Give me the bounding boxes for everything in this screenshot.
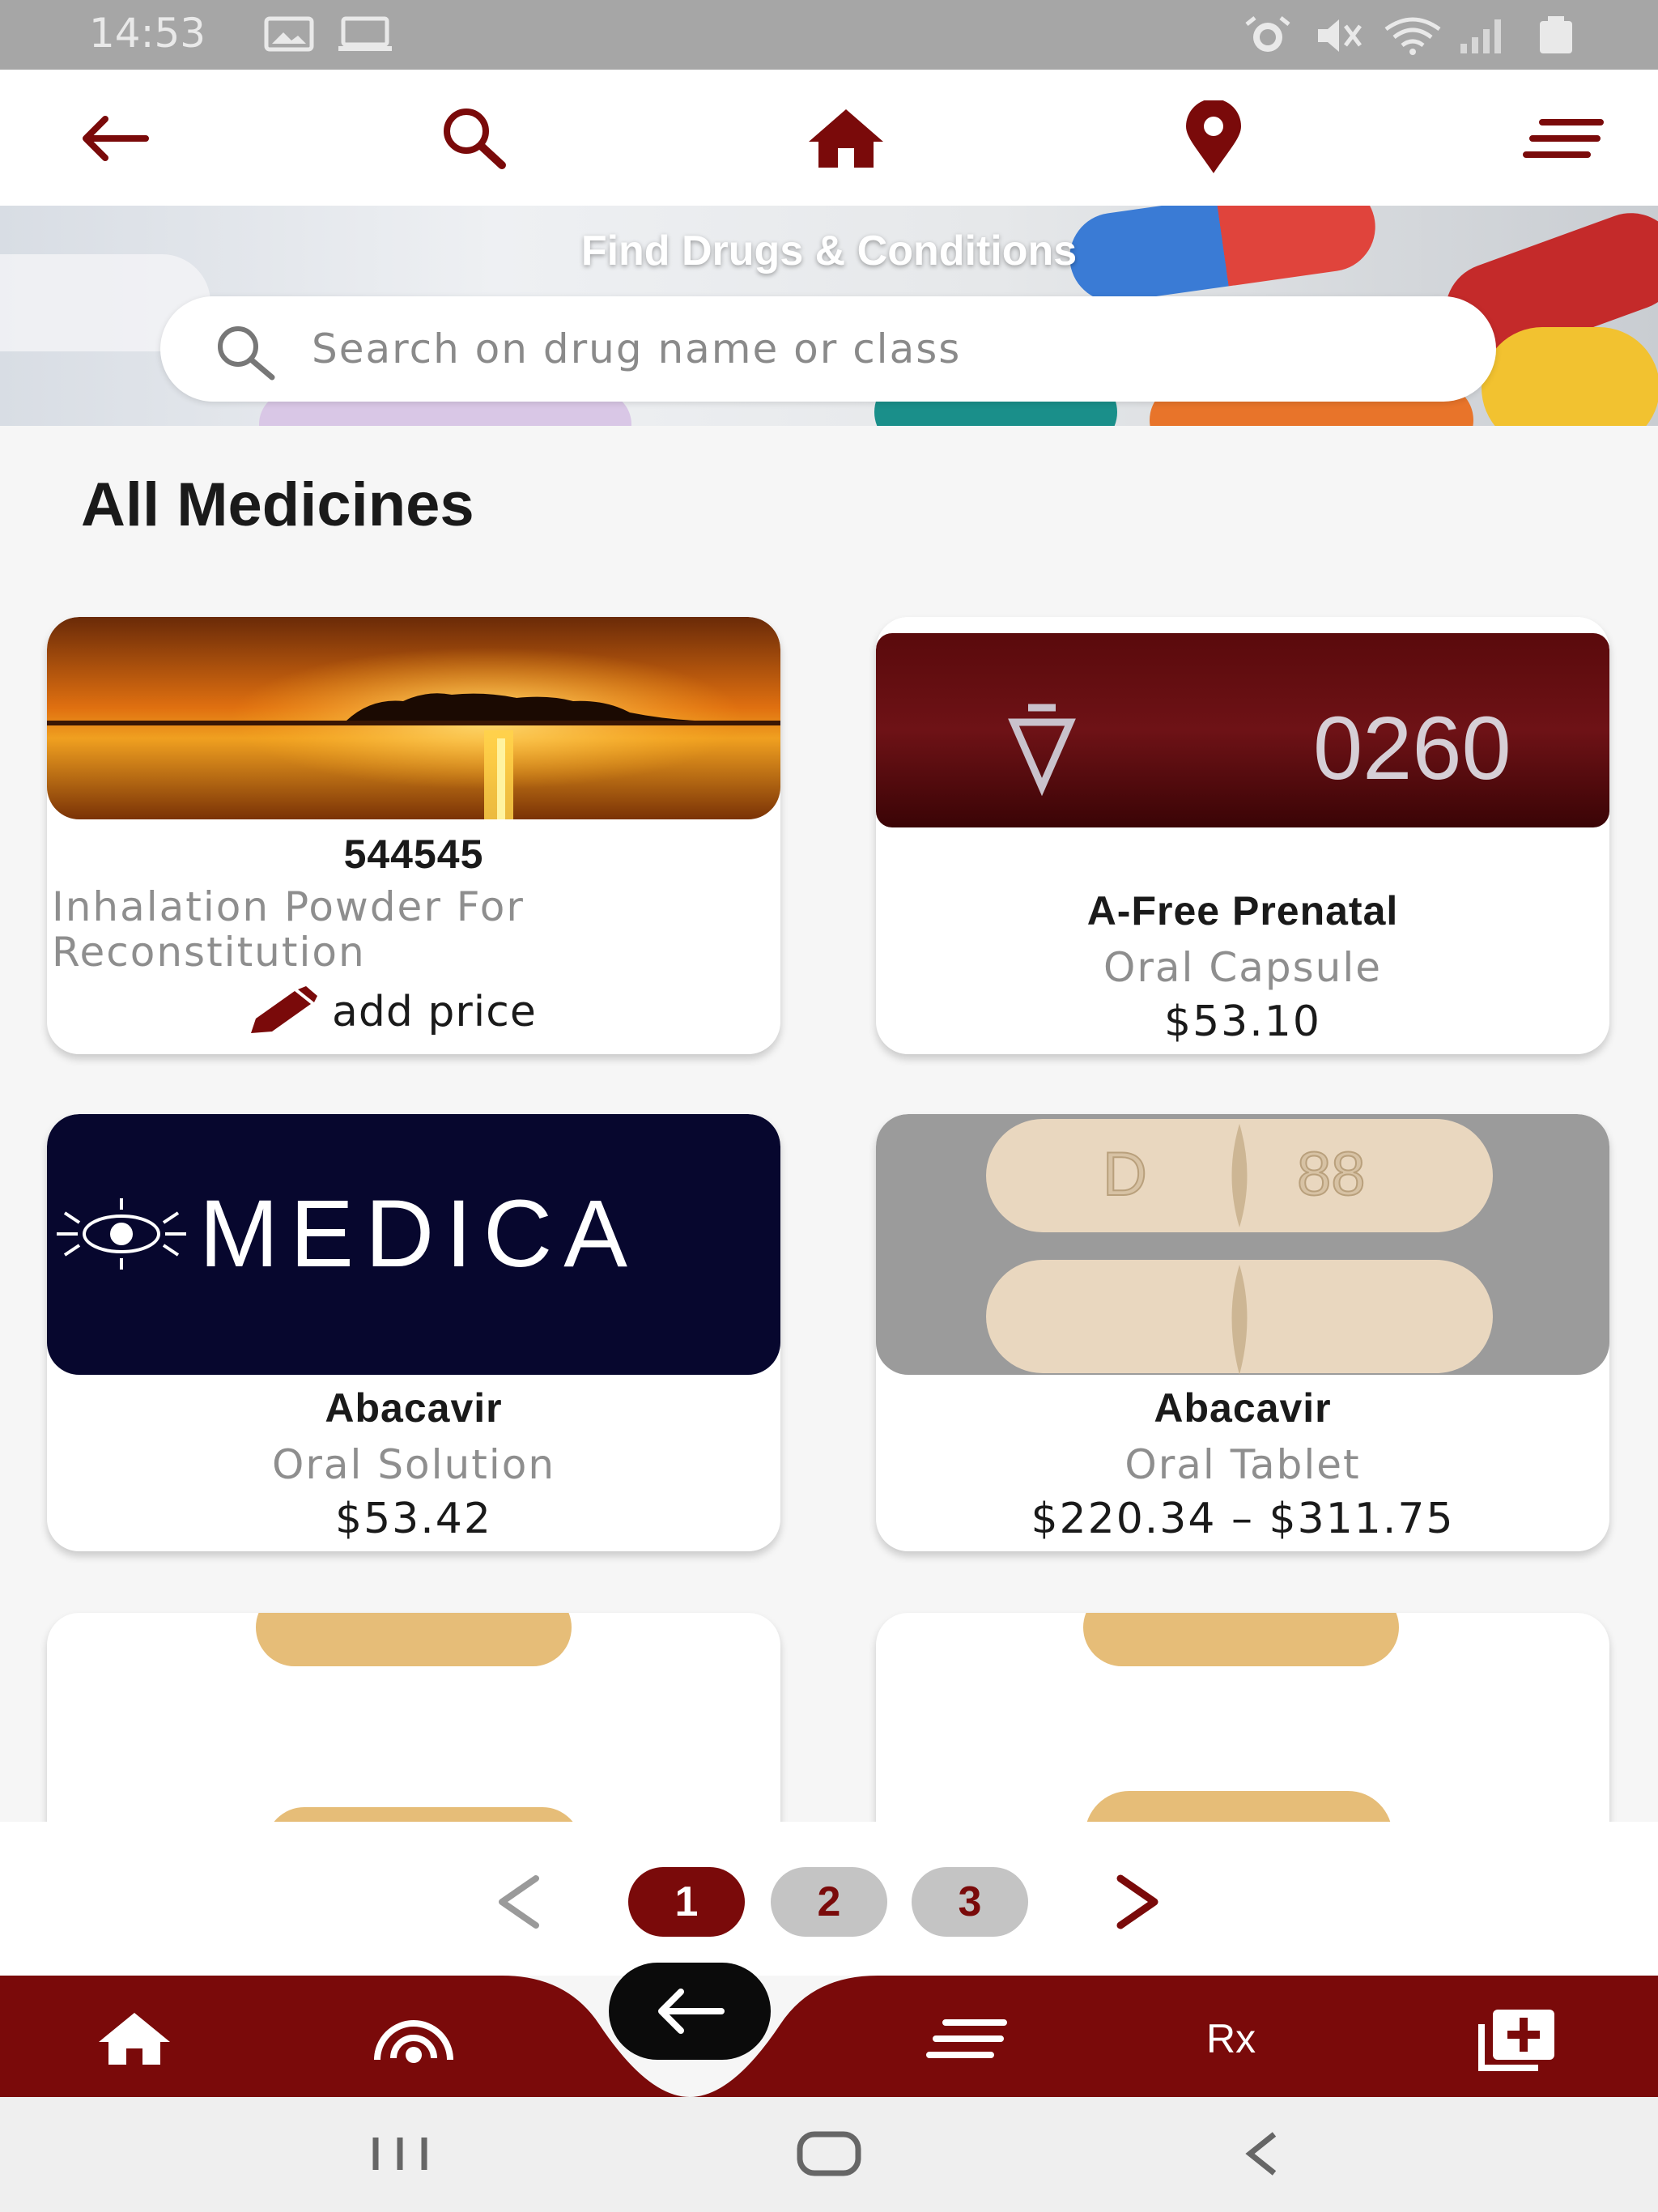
top-navigation xyxy=(0,70,1658,206)
home-icon xyxy=(809,109,883,168)
capsule-imprint: 0260 xyxy=(1313,699,1511,798)
medicine-card[interactable]: MEDICA Abacavir Oral Solution $53.42 xyxy=(47,1114,780,1551)
menu-lines-icon xyxy=(926,2019,1007,2058)
bottom-home-button[interactable] xyxy=(96,2006,173,2071)
eye-logo-icon xyxy=(57,1198,186,1270)
signal-icon xyxy=(1460,19,1501,53)
back-arrow-icon xyxy=(83,116,149,161)
status-time: 14:53 xyxy=(89,10,206,57)
medicine-name: A-Free Prenatal xyxy=(1086,888,1399,934)
search-banner: Find Drugs & Conditions xyxy=(0,206,1658,426)
medica-logo-text: MEDICA xyxy=(199,1180,639,1287)
location-pin-icon xyxy=(1186,100,1241,173)
banner-title: Find Drugs & Conditions xyxy=(580,228,1078,274)
medicine-price: $53.42 xyxy=(335,1495,492,1543)
bottom-navigation: Rx xyxy=(0,1976,1658,2097)
page-1-button[interactable]: 1 xyxy=(628,1867,745,1937)
status-bar: 14:53 xyxy=(0,0,1658,70)
search-bar[interactable] xyxy=(160,296,1496,402)
bottom-bar-background xyxy=(0,1976,1658,2097)
home-button[interactable] xyxy=(801,94,891,183)
medicine-form: Oral Tablet xyxy=(1124,1441,1361,1488)
tablet-image: D 88 xyxy=(986,1119,1493,1375)
tablet-imprint: D xyxy=(1103,1140,1147,1209)
page-3-button[interactable]: 3 xyxy=(912,1867,1028,1937)
medicine-price: $220.34 – $311.75 xyxy=(1031,1495,1455,1543)
medicine-price: $53.10 xyxy=(1164,998,1321,1046)
medicine-card[interactable]: D 88 Abacavir Oral Tablet $220.34 – $311… xyxy=(876,1114,1609,1551)
screen-cast-icon xyxy=(338,16,392,51)
tablet-imprint: 88 xyxy=(1297,1140,1366,1209)
add-box-icon xyxy=(1478,2010,1554,2071)
mute-icon xyxy=(1318,19,1362,52)
medicine-card[interactable]: 0260 A-Free Prenatal Oral Capsule $53.10 xyxy=(876,617,1609,1054)
add-price-button[interactable]: add price xyxy=(246,986,537,1038)
menu-button[interactable] xyxy=(1519,94,1608,183)
sunset-lake-image xyxy=(47,617,780,819)
home-system-button[interactable] xyxy=(797,2129,861,2178)
medicine-form: Oral Capsule xyxy=(1103,944,1383,991)
pencil-icon xyxy=(251,986,317,1033)
gallery-icon xyxy=(264,16,314,52)
search-icon xyxy=(444,108,506,169)
back-button[interactable] xyxy=(70,94,159,183)
medicine-card[interactable]: 544545 Inhalation Powder For Reconstitut… xyxy=(47,617,780,1054)
medicine-name: 544545 xyxy=(343,832,484,877)
page-2-button[interactable]: 2 xyxy=(771,1867,887,1937)
prev-page-button[interactable] xyxy=(491,1874,547,1930)
battery-icon xyxy=(1540,16,1572,53)
alarm-icon xyxy=(1245,16,1290,52)
medicine-name: Abacavir xyxy=(1154,1385,1332,1431)
menu-lines-icon xyxy=(1523,119,1604,158)
tablet-image xyxy=(1083,1613,1399,1666)
medicine-name: Abacavir xyxy=(325,1385,503,1431)
bottom-menu-button[interactable] xyxy=(926,2006,1007,2071)
search-icon xyxy=(218,326,275,381)
medicine-image: 0260 xyxy=(876,617,1609,860)
search-input[interactable] xyxy=(310,313,1443,385)
medica-logo-image: MEDICA xyxy=(57,1180,639,1287)
bottom-rx-button[interactable]: Rx xyxy=(1206,2006,1256,2071)
bottom-add-button[interactable] xyxy=(1475,2006,1559,2071)
medicine-image: MEDICA xyxy=(47,1114,780,1375)
bottom-broadcast-button[interactable] xyxy=(369,2006,458,2071)
pagination: 1 2 3 xyxy=(0,1822,1658,1976)
capsule-image: 0260 xyxy=(876,633,1609,827)
next-page-button[interactable] xyxy=(1109,1874,1166,1930)
add-price-label: add price xyxy=(332,988,537,1036)
recent-apps-button[interactable] xyxy=(368,2129,432,2178)
floating-back-button[interactable] xyxy=(609,1963,771,2060)
wifi-icon xyxy=(1384,17,1441,55)
back-system-button[interactable] xyxy=(1239,2129,1287,2178)
banner-pill-decoration xyxy=(1482,327,1658,426)
home-icon xyxy=(99,2013,170,2065)
medicine-image xyxy=(47,617,780,819)
medicine-form: Oral Solution xyxy=(271,1441,556,1488)
location-button[interactable] xyxy=(1169,94,1258,183)
back-arrow-icon xyxy=(658,1989,725,2034)
medicine-image: D 88 xyxy=(876,1114,1609,1375)
tablet-image xyxy=(256,1613,572,1666)
medicine-form: Inhalation Powder For Reconstitution xyxy=(52,883,525,976)
section-title: All Medicines xyxy=(81,470,474,539)
search-button[interactable] xyxy=(429,94,518,183)
system-navigation-bar xyxy=(0,2097,1658,2212)
broadcast-icon xyxy=(374,2020,453,2063)
